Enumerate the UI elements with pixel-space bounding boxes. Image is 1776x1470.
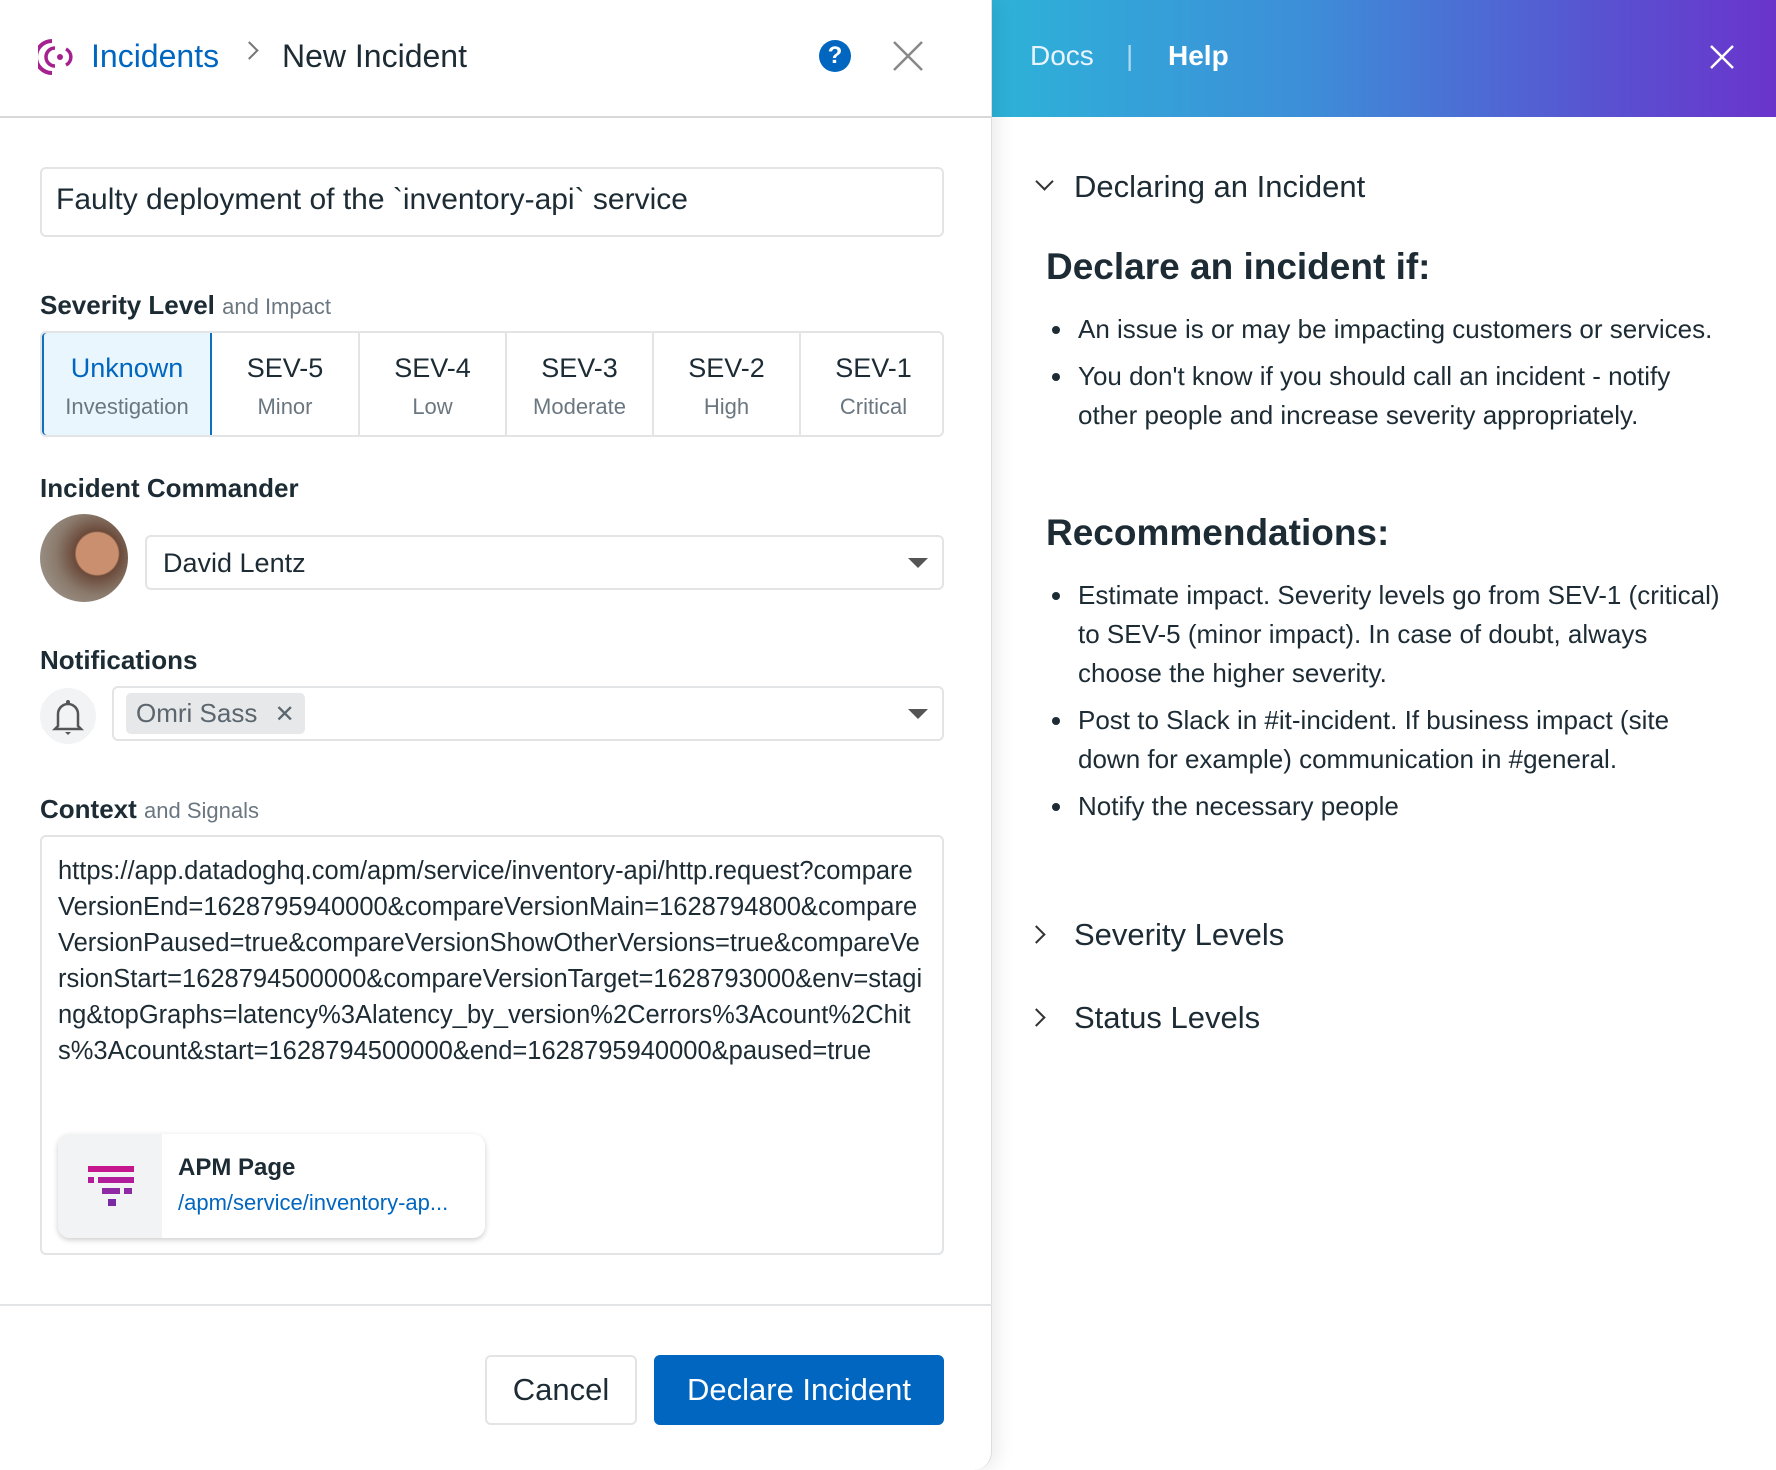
severity-option-unknown[interactable]: Unknown Investigation	[42, 331, 212, 437]
commander-select[interactable]: David Lentz	[145, 535, 944, 590]
section-declaring[interactable]: Declaring an Incident	[1074, 169, 1365, 205]
new-incident-panel: Incidents New Incident ? Faulty deployme…	[0, 0, 992, 1470]
chevron-right-icon	[1027, 1008, 1045, 1026]
context-label-text: Context	[40, 794, 137, 824]
declare-incident-button[interactable]: Declare Incident	[654, 1355, 944, 1425]
context-textarea[interactable]: https://app.datadoghq.com/apm/service/in…	[40, 835, 944, 1255]
severity-level: SEV-4	[360, 353, 505, 384]
close-help-icon[interactable]	[1709, 44, 1735, 70]
severity-label-text: Severity Level	[40, 290, 215, 320]
help-icon[interactable]: ?	[819, 40, 851, 72]
incident-title-input[interactable]: Faulty deployment of the `inventory-api`…	[40, 167, 944, 237]
commander-label: Incident Commander	[40, 473, 299, 504]
section-status-levels[interactable]: Status Levels	[1074, 1000, 1260, 1036]
declare-list: An issue is or may be impacting customer…	[1046, 310, 1726, 443]
help-panel: Docs | Help Declaring an Incident Declar…	[992, 0, 1776, 1470]
notification-tag: Omri Sass ✕	[126, 693, 305, 734]
severity-desc: Minor	[212, 394, 358, 420]
severity-desc: Investigation	[44, 394, 210, 420]
notification-tag-label: Omri Sass	[136, 698, 257, 728]
close-icon[interactable]	[892, 40, 924, 72]
header-divider	[0, 116, 992, 118]
help-tab[interactable]: Help	[1168, 40, 1229, 72]
severity-option-sev5[interactable]: SEV-5 Minor	[212, 333, 358, 437]
severity-option-sev3[interactable]: SEV-3 Moderate	[505, 333, 652, 437]
severity-desc: Critical	[801, 394, 944, 420]
severity-desc: Moderate	[507, 394, 652, 420]
chevron-down-icon	[908, 709, 928, 719]
section-severity-levels[interactable]: Severity Levels	[1074, 917, 1284, 953]
severity-level: SEV-3	[507, 353, 652, 384]
severity-level: SEV-2	[654, 353, 799, 384]
remove-tag-icon[interactable]: ✕	[275, 701, 295, 728]
severity-sublabel: and Impact	[222, 294, 331, 319]
heading-declare-if: Declare an incident if:	[1046, 246, 1431, 288]
notifications-label: Notifications	[40, 645, 197, 676]
severity-level: Unknown	[44, 353, 210, 384]
list-item: Notify the necessary people	[1046, 787, 1726, 826]
severity-label: Severity Level and Impact	[40, 290, 331, 321]
severity-option-sev1[interactable]: SEV-1 Critical	[799, 333, 944, 437]
list-item: Post to Slack in #it-incident. If busine…	[1046, 701, 1726, 779]
incidents-logo-icon	[38, 37, 78, 77]
chevron-down-icon	[1035, 172, 1053, 190]
page-title: New Incident	[282, 38, 467, 75]
notifications-select[interactable]: Omri Sass ✕	[112, 686, 944, 741]
severity-level: SEV-5	[212, 353, 358, 384]
chevron-right-icon	[1027, 925, 1045, 943]
commander-avatar	[40, 514, 128, 602]
context-sublabel: and Signals	[144, 798, 259, 823]
card-link[interactable]: /apm/service/inventory-ap...	[178, 1190, 448, 1216]
severity-desc: High	[654, 394, 799, 420]
severity-level: SEV-1	[801, 353, 944, 384]
chevron-down-icon	[908, 558, 928, 568]
list-item: You don't know if you should call an inc…	[1046, 357, 1726, 435]
list-item: Estimate impact. Severity levels go from…	[1046, 576, 1726, 693]
breadcrumb-incidents-link[interactable]: Incidents	[91, 38, 219, 75]
apm-page-card[interactable]: APM Page /apm/service/inventory-ap...	[58, 1134, 485, 1238]
severity-option-sev4[interactable]: SEV-4 Low	[358, 333, 505, 437]
context-text: https://app.datadoghq.com/apm/service/in…	[58, 853, 928, 1069]
context-label: Context and Signals	[40, 794, 259, 825]
footer-divider	[0, 1304, 992, 1306]
help-header: Docs | Help	[992, 0, 1776, 117]
docs-tab[interactable]: Docs	[1030, 40, 1094, 72]
bell-icon	[40, 688, 96, 744]
list-item: An issue is or may be impacting customer…	[1046, 310, 1726, 349]
recommendations-list: Estimate impact. Severity levels go from…	[1046, 576, 1726, 834]
cancel-button[interactable]: Cancel	[485, 1355, 637, 1425]
apm-icon	[58, 1134, 162, 1238]
commander-value: David Lentz	[163, 548, 306, 578]
card-title: APM Page	[178, 1154, 295, 1182]
severity-desc: Low	[360, 394, 505, 420]
breadcrumb-chevron-icon	[240, 41, 258, 59]
severity-option-sev2[interactable]: SEV-2 High	[652, 333, 799, 437]
heading-recommendations: Recommendations:	[1046, 512, 1389, 554]
tab-separator: |	[1126, 40, 1133, 72]
severity-selector: Unknown Investigation SEV-5 Minor SEV-4 Low…	[40, 331, 944, 437]
